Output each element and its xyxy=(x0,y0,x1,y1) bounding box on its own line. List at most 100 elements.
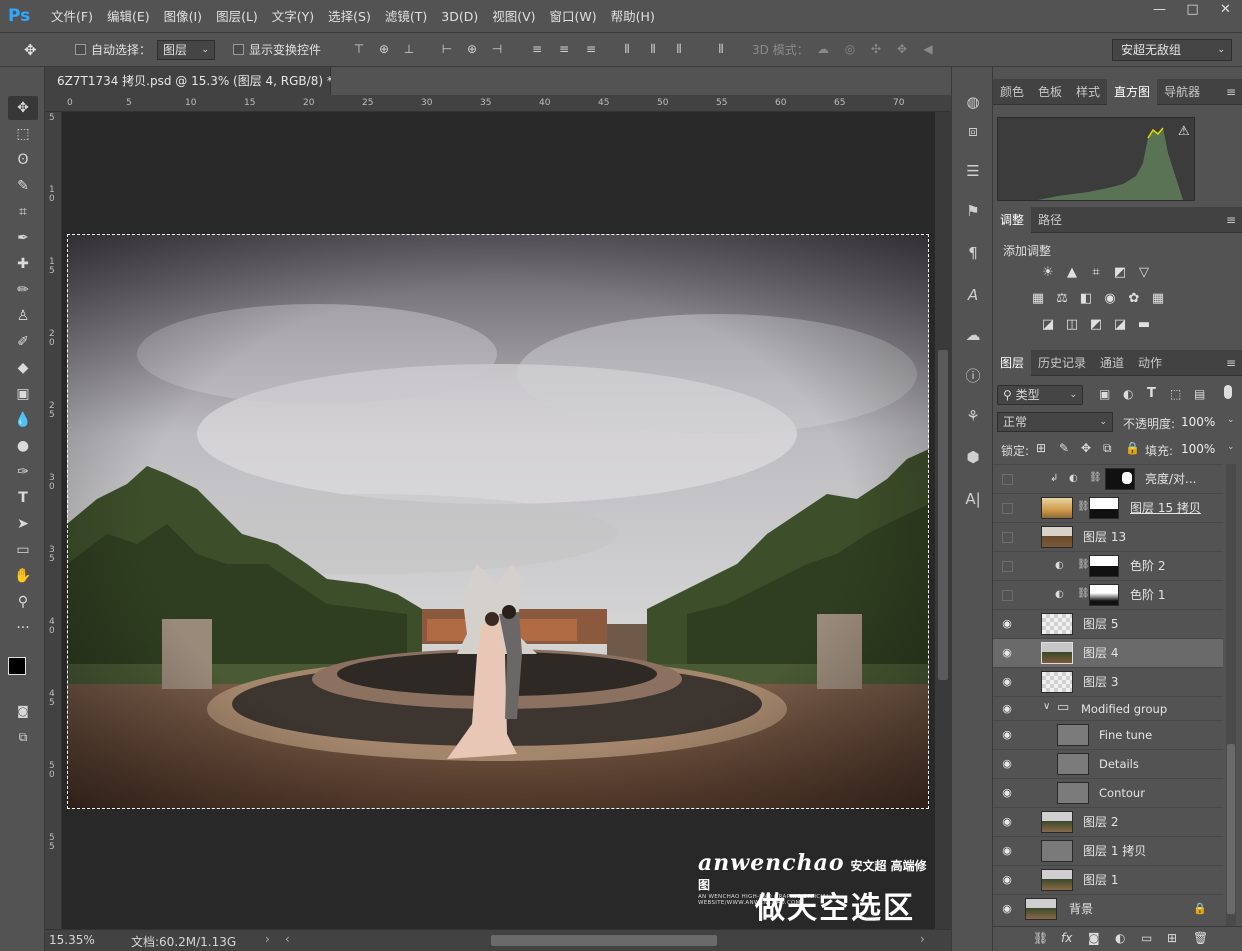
distribute-right-icon[interactable]: ⦀ xyxy=(672,42,686,56)
eye-icon[interactable]: ◉ xyxy=(1000,873,1014,887)
3d-slide-icon[interactable]: ✥ xyxy=(895,42,909,56)
layer-row[interactable]: 图层 13 xyxy=(993,522,1223,551)
layers-scroll-thumb[interactable] xyxy=(1227,744,1235,914)
tab-swatches[interactable]: 色板 xyxy=(1031,79,1069,105)
tab-histogram[interactable]: 直方图 xyxy=(1107,79,1158,105)
layer-row[interactable]: ◐ ⛓ 色阶 1 xyxy=(993,580,1223,609)
new-adjustment-icon[interactable]: ◐ xyxy=(1115,931,1125,945)
zoom-tool-icon[interactable]: ⚲ xyxy=(8,590,38,614)
fx-icon[interactable]: fx xyxy=(1061,931,1072,945)
eyedropper-tool-icon[interactable]: ✒ xyxy=(8,226,38,250)
eye-icon[interactable]: ◉ xyxy=(1000,646,1014,660)
eraser-tool-icon[interactable]: ◆ xyxy=(8,356,38,380)
clone-source-icon[interactable]: ⚑ xyxy=(961,199,985,223)
filter-toggle[interactable] xyxy=(1224,385,1232,399)
close-button[interactable]: ✕ xyxy=(1209,0,1242,22)
layer-row[interactable]: ◉ 背景 🔒 xyxy=(993,894,1223,923)
layer-row-selected[interactable]: ◉ 图层 4 xyxy=(993,638,1223,667)
chevron-down-icon[interactable]: ⌄ xyxy=(1227,415,1235,425)
align-right-icon[interactable]: ⊣ xyxy=(490,42,504,56)
eye-icon[interactable]: ◉ xyxy=(1000,844,1014,858)
distribute-bottom-icon[interactable]: ≡ xyxy=(584,42,598,56)
hand-tool-icon[interactable]: ✋ xyxy=(8,564,38,588)
tab-styles[interactable]: 样式 xyxy=(1069,79,1107,105)
panel-menu-icon[interactable]: ≡ xyxy=(1226,356,1236,370)
align-vcenter-icon[interactable]: ⊕ xyxy=(377,42,391,56)
tab-navigator[interactable]: 导航器 xyxy=(1157,79,1207,105)
color-balance-icon[interactable]: ⚖ xyxy=(1053,290,1071,308)
lasso-tool-icon[interactable]: ʘ xyxy=(8,148,38,172)
link-icon[interactable]: ⛓ xyxy=(1077,501,1090,512)
tab-actions[interactable]: 动作 xyxy=(1131,350,1169,376)
opacity-value[interactable]: 100% xyxy=(1181,415,1215,429)
photo-filter-icon[interactable]: ◉ xyxy=(1101,290,1119,308)
color-lookup-icon[interactable]: ▦ xyxy=(1149,290,1167,308)
3d-orbit-icon[interactable]: ☁ xyxy=(816,42,830,56)
visibility-off-icon[interactable] xyxy=(1002,532,1013,543)
layer-thumbnail[interactable] xyxy=(1041,840,1073,862)
visibility-off-icon[interactable] xyxy=(1002,503,1013,514)
filter-type-icon[interactable]: T xyxy=(1147,386,1156,401)
3d-scale-icon[interactable]: ◀ xyxy=(921,42,935,56)
lock-all-icon[interactable]: 🔒 xyxy=(1125,441,1140,455)
eye-icon[interactable]: ◉ xyxy=(1000,902,1014,916)
screen-mode-icon[interactable]: ⧉ xyxy=(8,725,38,749)
blend-mode-dropdown[interactable]: 正常 ⌄ xyxy=(997,412,1113,432)
layer-thumbnail[interactable] xyxy=(1041,497,1073,519)
menu-window[interactable]: 窗口(W) xyxy=(543,0,604,33)
auto-align-icon[interactable]: ⦀ xyxy=(714,42,728,56)
eye-icon[interactable]: ◉ xyxy=(1000,675,1014,689)
scroll-thumb[interactable] xyxy=(938,350,948,680)
brush-tool-icon[interactable]: ✏ xyxy=(8,278,38,302)
zoom-level[interactable]: 15.35% xyxy=(49,933,95,947)
visibility-off-icon[interactable] xyxy=(1002,561,1013,572)
chevron-down-icon[interactable]: ∨ xyxy=(1043,701,1050,712)
layer-mask-thumbnail[interactable] xyxy=(1105,468,1135,490)
brightness-icon[interactable]: ☀ xyxy=(1039,264,1057,282)
layer-thumbnail[interactable] xyxy=(1041,642,1073,664)
libraries-icon[interactable]: ☁ xyxy=(961,323,985,347)
layer-row[interactable]: ⛓ 图层 15 拷贝 xyxy=(993,493,1223,522)
filter-shape-icon[interactable]: ⬚ xyxy=(1170,387,1181,401)
path-select-icon[interactable]: ➤ xyxy=(8,512,38,536)
distribute-vcenter-icon[interactable]: ≡ xyxy=(557,42,571,56)
layer-thumbnail[interactable] xyxy=(1057,753,1089,775)
pen-tool-icon[interactable]: ✑ xyxy=(8,460,38,484)
layer-row[interactable]: ◉ 图层 1 拷贝 xyxy=(993,836,1223,865)
clone-stamp-icon[interactable]: ♙ xyxy=(8,304,38,328)
align-bottom-icon[interactable]: ⊥ xyxy=(402,42,416,56)
new-layer-icon[interactable]: ⊞ xyxy=(1167,931,1177,945)
tab-channels[interactable]: 通道 xyxy=(1093,350,1131,376)
horizontal-ruler[interactable]: 0 5 10 15 20 25 30 35 40 45 50 55 60 65 70 xyxy=(45,95,951,112)
menu-image[interactable]: 图像(I) xyxy=(157,0,209,33)
layer-thumbnail[interactable] xyxy=(1057,782,1089,804)
lock-transparent-icon[interactable]: ⊞ xyxy=(1036,441,1046,455)
filter-smart-icon[interactable]: ▤ xyxy=(1194,387,1205,401)
visibility-off-icon[interactable] xyxy=(1002,590,1013,601)
vibrance-icon[interactable]: ▽ xyxy=(1135,264,1153,282)
posterize-icon[interactable]: ◫ xyxy=(1063,316,1081,334)
move-tool-preset-icon[interactable]: ✥ xyxy=(24,40,37,60)
layer-thumbnail[interactable] xyxy=(1041,869,1073,891)
layer-mask-thumbnail[interactable] xyxy=(1089,555,1119,577)
fill-value[interactable]: 100% xyxy=(1181,442,1215,456)
layer-row[interactable]: ◉ Details xyxy=(993,749,1223,778)
menu-filter[interactable]: 滤镜(T) xyxy=(378,0,434,33)
3d-pan-icon[interactable]: ✣ xyxy=(869,42,883,56)
new-group-icon[interactable]: ▭ xyxy=(1141,931,1152,945)
link-layers-icon[interactable]: ⛓ xyxy=(1033,931,1048,945)
distribute-left-icon[interactable]: ⦀ xyxy=(620,42,634,56)
eye-icon[interactable]: ◉ xyxy=(1000,702,1014,716)
tab-history[interactable]: 历史记录 xyxy=(1031,350,1093,376)
type-tool-icon[interactable]: T xyxy=(8,486,38,510)
eye-icon[interactable]: ◉ xyxy=(1000,786,1014,800)
healing-brush-icon[interactable]: ✚ xyxy=(8,252,38,276)
filter-pixel-icon[interactable]: ▣ xyxy=(1099,387,1110,401)
crop-tool-icon[interactable]: ⌗ xyxy=(8,200,38,224)
properties-panel-icon[interactable]: ⧈ xyxy=(961,119,985,143)
add-mask-icon[interactable]: ◙ xyxy=(1088,931,1100,945)
layer-row[interactable]: ◉ 图层 5 xyxy=(993,609,1223,638)
layer-row[interactable]: ◐ ⛓ 色阶 2 xyxy=(993,551,1223,580)
layer-mask-thumbnail[interactable] xyxy=(1089,497,1119,519)
foreground-color-swatch[interactable] xyxy=(8,657,26,675)
